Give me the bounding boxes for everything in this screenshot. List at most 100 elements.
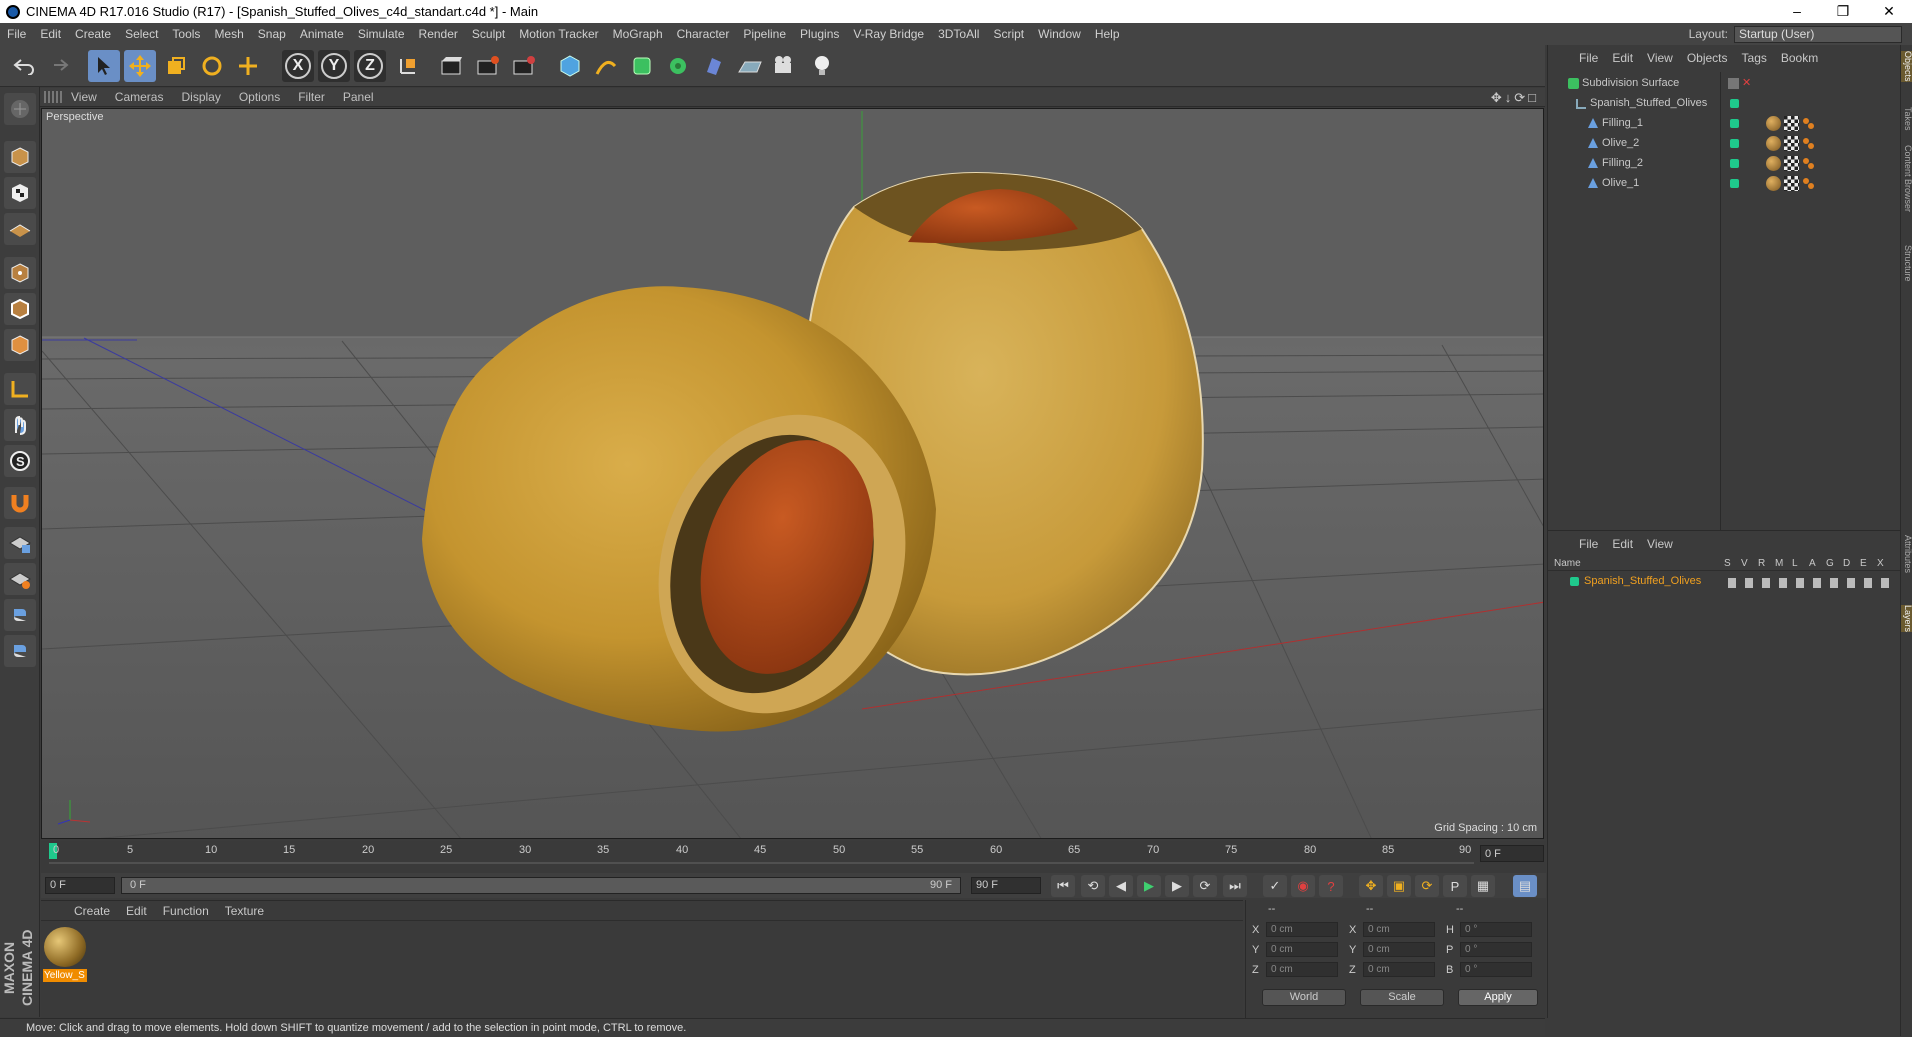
layer-col-generators[interactable]: G: [1826, 558, 1834, 569]
side-tab-structure[interactable]: Structure: [1901, 245, 1912, 282]
menu-sculpt[interactable]: Sculpt: [465, 27, 512, 41]
side-tab-objects[interactable]: Objects: [1901, 51, 1912, 82]
layer-col-expressions[interactable]: E: [1860, 558, 1867, 569]
layer-color-swatch[interactable]: [1570, 577, 1579, 586]
viewport-nav-icons[interactable]: ✥↓⟳□: [1491, 90, 1539, 106]
object-menu-file[interactable]: File: [1572, 51, 1605, 65]
workplane-mode-icon[interactable]: [4, 213, 36, 245]
layer-menu-file[interactable]: File: [1572, 537, 1605, 551]
layer-flags-icons[interactable]: [1728, 578, 1898, 588]
viewport-menu-panel[interactable]: Panel: [334, 90, 383, 104]
live-select-icon[interactable]: [232, 50, 264, 82]
menu-3dtoall[interactable]: 3DToAll: [931, 27, 986, 41]
viewport-menu-options[interactable]: Options: [230, 90, 289, 104]
layer-col-deformers[interactable]: D: [1843, 558, 1850, 569]
viewport-menu-display[interactable]: Display: [172, 90, 229, 104]
make-editable-icon[interactable]: [4, 93, 36, 125]
select-arrow-icon[interactable]: [88, 50, 120, 82]
position-y-field[interactable]: 0 cm: [1266, 942, 1338, 957]
object-menu-view[interactable]: View: [1640, 51, 1680, 65]
material-tag-icon[interactable]: [1766, 136, 1781, 151]
y-axis-lock-button[interactable]: Y: [318, 50, 350, 82]
object-row-subdivision-surface[interactable]: Subdivision Surface ✕: [1548, 74, 1901, 94]
menu-vray-bridge[interactable]: V-Ray Bridge: [846, 27, 931, 41]
material-menu-edit[interactable]: Edit: [118, 904, 155, 918]
move-tool-icon[interactable]: [124, 50, 156, 82]
render-to-picture-viewer-icon[interactable]: [472, 50, 504, 82]
menu-pipeline[interactable]: Pipeline: [736, 27, 793, 41]
python-script-2-icon[interactable]: [4, 635, 36, 667]
previous-frame-icon[interactable]: ◀: [1109, 875, 1133, 897]
material-swatch[interactable]: [44, 927, 86, 967]
perspective-viewport[interactable]: Perspective Grid Spacing : 10 cm: [41, 108, 1544, 839]
material-menu-create[interactable]: Create: [66, 904, 118, 918]
layer-col-view[interactable]: V: [1741, 558, 1748, 569]
deformer-icon[interactable]: [698, 50, 730, 82]
previous-key-icon[interactable]: ⟲: [1081, 875, 1105, 897]
edit-check-icon[interactable]: [1728, 78, 1739, 89]
polygons-mode-icon[interactable]: [4, 329, 36, 361]
camera-icon[interactable]: [770, 50, 802, 82]
object-row-filling-1[interactable]: Filling_1: [1548, 114, 1901, 134]
current-frame-field[interactable]: 0 F: [1480, 845, 1544, 862]
timeline-window-icon[interactable]: ▤: [1513, 875, 1537, 897]
axis-mode-icon[interactable]: [4, 373, 36, 405]
material-tag-icon[interactable]: [1766, 156, 1781, 171]
layer-col-solo[interactable]: S: [1724, 558, 1731, 569]
uvw-tag-icon[interactable]: [1784, 156, 1799, 171]
autokeying-icon[interactable]: ◉: [1291, 875, 1315, 897]
rotation-h-field[interactable]: 0 °: [1460, 922, 1532, 937]
uvw-tag-icon[interactable]: [1784, 176, 1799, 191]
edges-mode-icon[interactable]: [4, 293, 36, 325]
side-tab-layers[interactable]: Layers: [1901, 605, 1912, 633]
layer-col-xref[interactable]: X: [1877, 558, 1884, 569]
model-mode-icon[interactable]: [4, 141, 36, 173]
layer-col-animation[interactable]: A: [1809, 558, 1816, 569]
menu-motion-tracker[interactable]: Motion Tracker: [512, 27, 605, 41]
key-position-icon[interactable]: ✥: [1359, 875, 1383, 897]
keyframe-selection-icon[interactable]: ?: [1319, 875, 1343, 897]
object-row-spanish-stuffed-olives[interactable]: Spanish_Stuffed_Olives: [1548, 94, 1901, 114]
menu-file[interactable]: File: [0, 27, 33, 41]
menu-window[interactable]: Window: [1031, 27, 1088, 41]
coordinate-space-select[interactable]: World: [1262, 989, 1346, 1006]
material-name[interactable]: Yellow_S: [43, 969, 87, 982]
python-script-icon[interactable]: [4, 599, 36, 631]
key-scale-icon[interactable]: ▣: [1387, 875, 1411, 897]
cube-primitive-icon[interactable]: [554, 50, 586, 82]
redo-icon[interactable]: [42, 50, 74, 82]
layer-col-manager[interactable]: M: [1775, 558, 1783, 569]
x-axis-lock-button[interactable]: X: [282, 50, 314, 82]
texture-mode-icon[interactable]: [4, 177, 36, 209]
render-settings-icon[interactable]: [508, 50, 540, 82]
menu-plugins[interactable]: Plugins: [793, 27, 846, 41]
size-y-field[interactable]: 0 cm: [1363, 942, 1435, 957]
light-icon[interactable]: [806, 50, 838, 82]
menu-tools[interactable]: Tools: [165, 27, 207, 41]
go-to-end-icon[interactable]: ⏭: [1223, 875, 1247, 897]
magnet-icon[interactable]: [4, 487, 36, 519]
next-frame-icon[interactable]: ▶: [1165, 875, 1189, 897]
side-tab-content-browser[interactable]: Content Browser: [1901, 145, 1912, 212]
key-parameter-icon[interactable]: P: [1443, 875, 1467, 897]
end-frame-field[interactable]: 90 F: [971, 877, 1041, 894]
material-tag-icon[interactable]: [1766, 176, 1781, 191]
size-mode-select[interactable]: Scale: [1360, 989, 1444, 1006]
layer-menu-edit[interactable]: Edit: [1605, 537, 1640, 551]
menu-snap[interactable]: Snap: [251, 27, 293, 41]
workplane-rotate-icon[interactable]: [4, 563, 36, 595]
cloner-icon[interactable]: [662, 50, 694, 82]
tweak-mode-icon[interactable]: [4, 409, 36, 441]
menu-mograph[interactable]: MoGraph: [606, 27, 670, 41]
size-z-field[interactable]: 0 cm: [1363, 962, 1435, 977]
viewport-menu-view[interactable]: View: [62, 90, 106, 104]
restore-button[interactable]: ❐: [1820, 0, 1866, 23]
menu-script[interactable]: Script: [986, 27, 1031, 41]
layer-col-render[interactable]: R: [1758, 558, 1765, 569]
points-mode-icon[interactable]: [4, 257, 36, 289]
material-tag-icon[interactable]: [1766, 116, 1781, 131]
coordinate-system-icon[interactable]: [392, 50, 424, 82]
side-tab-takes[interactable]: Takes: [1901, 107, 1912, 131]
go-to-start-icon[interactable]: ⏮: [1051, 875, 1075, 897]
apply-button[interactable]: Apply: [1458, 989, 1538, 1006]
